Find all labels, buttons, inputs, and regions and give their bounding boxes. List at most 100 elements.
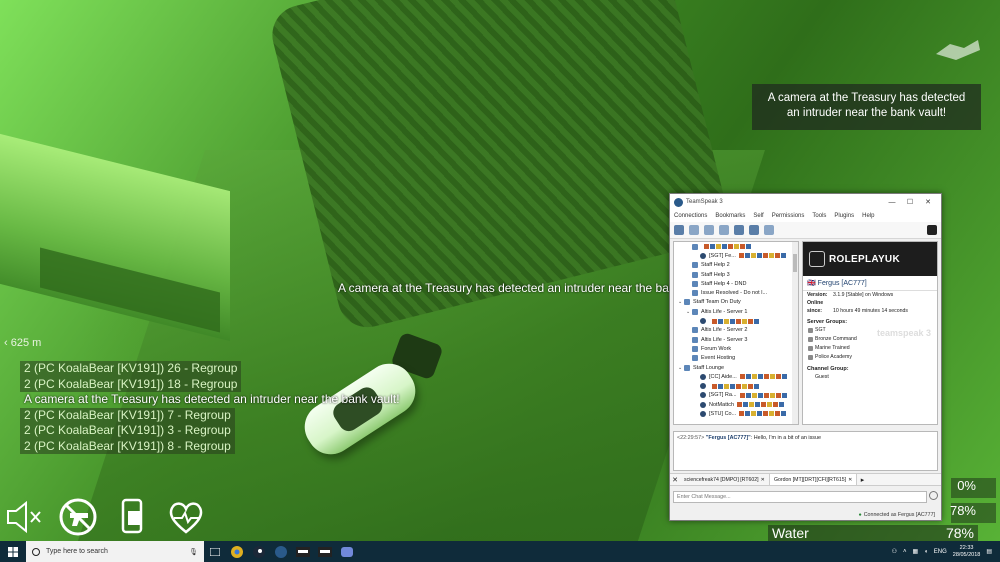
- server-icon[interactable]: [927, 225, 937, 235]
- group-badge-icon: [710, 244, 715, 250]
- group-badge-icon: [757, 411, 763, 417]
- close-icon[interactable]: ✕: [919, 198, 937, 206]
- group-badge-icon: [763, 411, 769, 417]
- chevron-up-icon[interactable]: ˄: [903, 549, 907, 555]
- channel-tree[interactable]: [SGT] Fe... Staff Help 2 Staff Help 3 Staff…: [673, 241, 799, 425]
- tree-scrollbar[interactable]: [792, 242, 798, 424]
- tree-channel[interactable]: Altis Life - Server 3: [674, 335, 798, 344]
- tab-scroll-right-icon[interactable]: ▸: [857, 476, 867, 484]
- windows-taskbar: Type here to search 🎙 ⚇ ˄ ▦ ◖ ENG 22:33 …: [0, 541, 1000, 562]
- group-badge-icon: [728, 244, 733, 250]
- roleplayuk-logo-icon: [809, 251, 825, 267]
- tree-channel[interactable]: ⌄ Staff Team On Duty: [674, 298, 798, 307]
- tree-client[interactable]: [CC] Aide...: [674, 372, 798, 381]
- chat-input[interactable]: Enter Chat Message...: [673, 491, 927, 503]
- group-badge-icon: [712, 383, 717, 389]
- distance-value: 625 m: [10, 337, 42, 349]
- ts-menubar: Connections Bookmarks Self Permissions T…: [670, 210, 941, 222]
- menu-permissions[interactable]: Permissions: [772, 213, 805, 219]
- maximize-icon[interactable]: ☐: [901, 198, 919, 206]
- discord-icon[interactable]: [336, 541, 358, 562]
- group-badge-icon: [767, 402, 773, 408]
- away-icon[interactable]: [734, 225, 744, 235]
- group-badge-icon: [724, 318, 729, 324]
- tree-client[interactable]: NotMattch: [674, 400, 798, 409]
- chat-tab[interactable]: Gordon [MT][DRT][CFI][RT615] ✕: [769, 474, 858, 485]
- menu-connections[interactable]: Connections: [674, 213, 707, 219]
- mute-microphone-icon[interactable]: [704, 225, 714, 235]
- arma-icon[interactable]: [292, 541, 314, 562]
- channel-icon: [684, 364, 690, 371]
- arma-launcher-icon[interactable]: [314, 541, 336, 562]
- tree-channel[interactable]: Staff Help 4 - DND: [674, 279, 798, 288]
- teamspeak-taskbar-icon[interactable]: [270, 541, 292, 562]
- tree-client[interactable]: [674, 381, 798, 390]
- menu-help[interactable]: Help: [862, 213, 874, 219]
- tree-label: Staff Team On Duty: [693, 299, 741, 306]
- tree-channel[interactable]: Altis Life - Server 2: [674, 326, 798, 335]
- server-groups-label: Server Groups:: [807, 319, 848, 325]
- group-badge-icon: [762, 253, 768, 259]
- stat-middle-value: 78%: [949, 503, 976, 518]
- close-tab-icon[interactable]: ✕: [670, 476, 680, 484]
- tree-label: [SGT] Ra...: [709, 392, 737, 399]
- mute-speakers-icon[interactable]: [719, 225, 729, 235]
- tree-badges[interactable]: [674, 242, 798, 251]
- taskbar-search-box[interactable]: Type here to search 🎙: [26, 541, 204, 562]
- chat-line: 2 (PC KoalaBear [KV191]) 3 - Regroup: [20, 423, 235, 439]
- teamspeak-window[interactable]: TeamSpeak 3 — ☐ ✕ Connections Bookmarks …: [669, 193, 942, 521]
- emoji-icon[interactable]: [929, 491, 938, 500]
- connect-icon[interactable]: [674, 225, 684, 235]
- minimize-icon[interactable]: —: [883, 199, 901, 206]
- menu-plugins[interactable]: Plugins: [834, 213, 854, 219]
- menu-self[interactable]: Self: [753, 213, 763, 219]
- chat-author[interactable]: "Fergus [AC777]": [706, 435, 751, 441]
- chrome-icon[interactable]: [226, 541, 248, 562]
- tree-client[interactable]: [SGT] Ra...: [674, 391, 798, 400]
- channel-icon: [684, 299, 690, 306]
- network-icon[interactable]: ▦: [912, 548, 918, 555]
- tree-client[interactable]: [674, 316, 798, 325]
- group-badge-icon: [704, 244, 709, 250]
- steam-icon[interactable]: [248, 541, 270, 562]
- group-badge-icon: [754, 318, 759, 324]
- tree-channel[interactable]: Event Hosting: [674, 354, 798, 363]
- group-badges: [737, 402, 785, 408]
- client-icon: [700, 252, 706, 259]
- ts-titlebar[interactable]: TeamSpeak 3 — ☐ ✕: [670, 194, 941, 210]
- microphone-icon[interactable]: 🎙: [189, 548, 198, 556]
- start-button[interactable]: [0, 541, 26, 562]
- tree-channel[interactable]: ⌄ Staff Lounge: [674, 363, 798, 372]
- taskbar-clock[interactable]: 22:33 28/05/2018: [953, 545, 981, 559]
- group-badge-icon: [740, 244, 745, 250]
- tree-channel[interactable]: Staff Help 2: [674, 261, 798, 270]
- contacts-icon[interactable]: [749, 225, 759, 235]
- menu-tools[interactable]: Tools: [812, 213, 826, 219]
- tree-channel[interactable]: Forum Work: [674, 344, 798, 353]
- tree-client[interactable]: [SGT] Fe...: [674, 251, 798, 260]
- chat-tab[interactable]: sciencefreak74 [DMPO] [RT602] ✕: [680, 474, 770, 485]
- menu-bookmarks[interactable]: Bookmarks: [715, 213, 745, 219]
- group-badge-icon: [769, 392, 775, 398]
- tree-client[interactable]: [STU] Co...: [674, 409, 798, 418]
- system-tray: ⚇ ˄ ▦ ◖ ENG 22:33 28/05/2018 ▤: [892, 545, 1000, 559]
- game-viewport: ‹ 625 m A camera at the Treasury has det…: [0, 0, 1000, 541]
- group-badge-icon: [738, 253, 744, 259]
- disconnect-icon[interactable]: [689, 225, 699, 235]
- people-icon[interactable]: ⚇: [892, 548, 897, 555]
- server-group-item: Police Academy: [803, 353, 937, 362]
- windows-logo-icon: [8, 546, 18, 557]
- volume-icon[interactable]: ◖: [924, 549, 928, 555]
- speaker-muted-icon: [7, 500, 41, 534]
- tree-channel[interactable]: Staff Help 3: [674, 270, 798, 279]
- language-indicator[interactable]: ENG: [934, 549, 947, 555]
- whisper-icon[interactable]: [764, 225, 774, 235]
- tree-channel[interactable]: Issue Resolved - Do not l...: [674, 288, 798, 297]
- ts-chat-log: <22:29:57> "Fergus [AC777]": Hello, I'm …: [673, 431, 938, 471]
- tree-label: Staff Lounge: [693, 364, 725, 371]
- group-badges: [739, 411, 787, 417]
- notifications-icon[interactable]: ▤: [986, 548, 992, 555]
- client-icon: [700, 318, 706, 325]
- tree-channel[interactable]: ⌄ Altis Life - Server 1: [674, 307, 798, 316]
- task-view-icon[interactable]: [204, 541, 226, 562]
